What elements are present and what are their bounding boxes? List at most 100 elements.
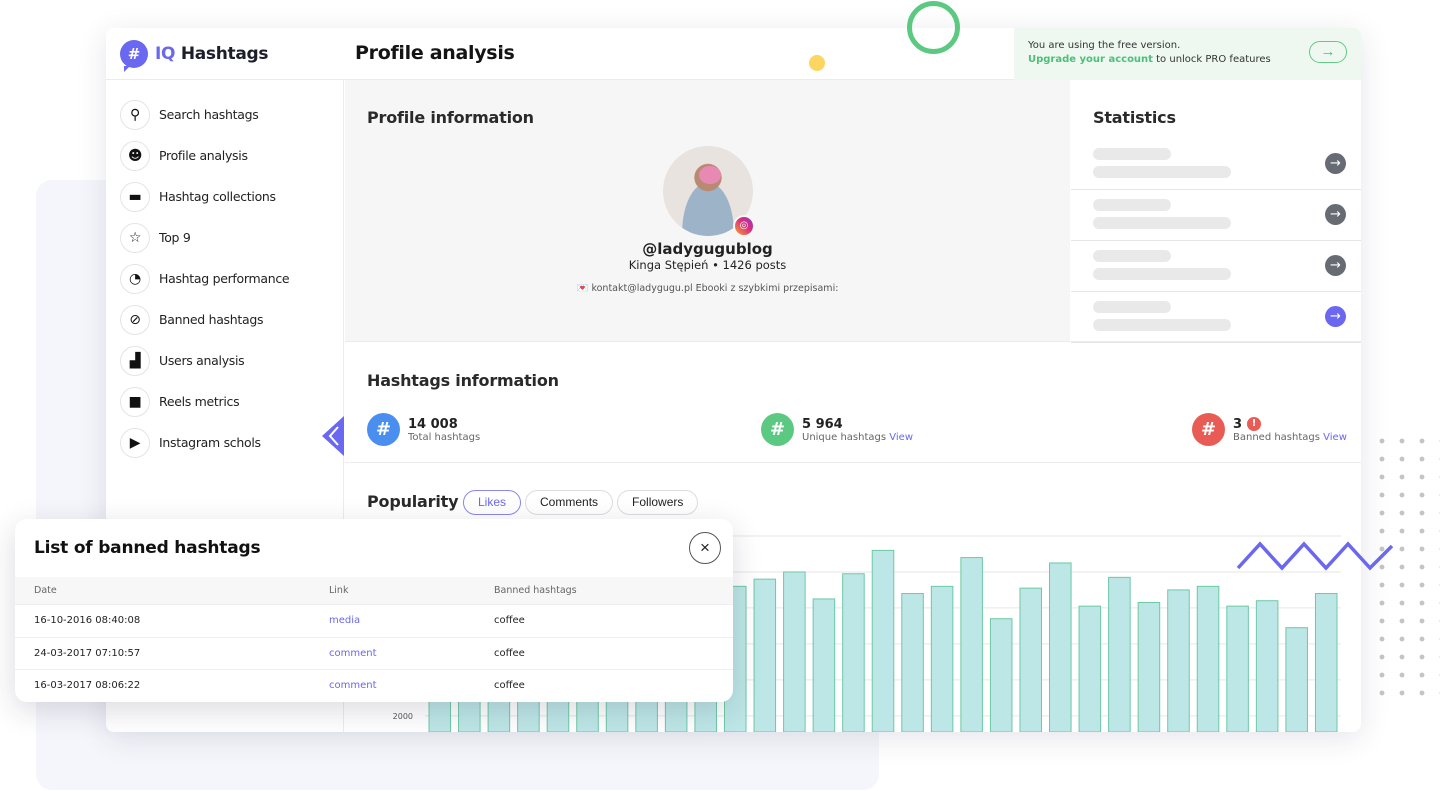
bar[interactable]: [783, 571, 806, 732]
statistics-row[interactable]: →: [1071, 292, 1361, 343]
bar[interactable]: [1167, 589, 1190, 732]
skeleton-line: [1093, 268, 1231, 280]
skeleton-line: [1093, 217, 1231, 229]
bar[interactable]: [1078, 605, 1102, 732]
sidebar-item-reels-metrics[interactable]: ■ Reels metrics: [106, 381, 343, 422]
skeleton-line: [1093, 319, 1231, 331]
banned-hashtags-view-link[interactable]: View: [1323, 432, 1347, 443]
bar[interactable]: [901, 593, 924, 732]
collapse-sidebar-icon[interactable]: [322, 416, 344, 456]
logo-name: Hashtags: [180, 44, 269, 64]
sidebar-item-instagram-schols[interactable]: ▶ Instagram schols: [106, 422, 343, 463]
sidebar-item-label: Profile analysis: [159, 148, 248, 163]
bar[interactable]: [1137, 602, 1161, 732]
arrow-right-icon[interactable]: →: [1325, 306, 1346, 327]
bar[interactable]: [989, 618, 1013, 732]
profile-name-posts: Kinga Stępień • 1426 posts: [628, 258, 787, 272]
sidebar-item-label: Top 9: [159, 230, 191, 245]
play-icon: ▶: [120, 427, 150, 458]
gauge-icon: ◔: [120, 263, 150, 294]
tab-comments[interactable]: Comments: [525, 490, 614, 515]
ban-icon: ⊘: [120, 304, 150, 335]
bar[interactable]: [930, 585, 954, 732]
logo[interactable]: # IQ Hashtags: [120, 40, 269, 72]
statistics-row[interactable]: →: [1071, 139, 1361, 190]
skeleton-line: [1093, 166, 1231, 178]
column-date: Date: [34, 585, 57, 596]
table-header: Date Link Banned hashtags: [15, 577, 733, 605]
logo-prefix: IQ: [155, 44, 176, 64]
row-link[interactable]: comment: [329, 648, 494, 659]
column-banned-hashtags: Banned hashtags: [494, 585, 577, 596]
decorative-dot: [809, 55, 825, 71]
page-title: Profile analysis: [355, 42, 515, 64]
y-tick-label: 2000: [393, 712, 413, 721]
total-hashtags-stat: # 14 008 Total hashtags: [367, 413, 480, 446]
sidebar-item-hashtag-collections[interactable]: ▬ Hashtag collections: [106, 176, 343, 217]
banned-hashtags-stat: # 3! Banned hashtags View: [1192, 413, 1347, 446]
hashtag-icon: #: [1192, 413, 1225, 446]
hashtags-information-panel: Hashtags information # 14 008 Total hasht…: [345, 343, 1361, 463]
row-link[interactable]: media: [329, 615, 494, 626]
statistics-title: Statistics: [1093, 108, 1176, 127]
arrow-right-icon[interactable]: →: [1325, 153, 1346, 174]
total-hashtags-label: Total hashtags: [408, 431, 481, 443]
upgrade-link[interactable]: Upgrade your account: [1028, 54, 1153, 65]
banned-hashtags-table: Date Link Banned hashtags 16-10-2016 08:…: [15, 577, 733, 702]
sidebar-item-banned-hashtags[interactable]: ⊘ Banned hashtags: [106, 299, 343, 340]
bar[interactable]: [1314, 593, 1338, 732]
bar[interactable]: [1108, 576, 1131, 732]
bar-chart-icon: ▟: [120, 345, 150, 376]
statistics-panel: Statistics → → → →: [1071, 80, 1361, 343]
close-icon[interactable]: ×: [689, 532, 721, 564]
bar[interactable]: [1019, 587, 1043, 732]
bar[interactable]: [753, 578, 777, 732]
skeleton-line: [1093, 250, 1171, 262]
tab-followers[interactable]: Followers: [617, 490, 699, 515]
statistics-row[interactable]: →: [1071, 190, 1361, 241]
row-hashtag: coffee: [494, 680, 525, 692]
profile-information-title: Profile information: [367, 108, 534, 127]
bar[interactable]: [1255, 600, 1279, 732]
table-row: 16-03-2017 08:06:22 comment coffee: [15, 670, 733, 702]
bar[interactable]: [1049, 562, 1072, 732]
sidebar-item-label: Banned hashtags: [159, 312, 264, 327]
unique-hashtags-view-link[interactable]: View: [889, 432, 913, 443]
sidebar-item-search-hashtags[interactable]: ⚲ Search hashtags: [106, 94, 343, 135]
statistics-row[interactable]: →: [1071, 241, 1361, 292]
arrow-right-icon[interactable]: →: [1325, 204, 1346, 225]
profile-handle: @ladygugublog: [642, 240, 773, 258]
upgrade-arrow-button[interactable]: →: [1309, 41, 1347, 63]
popularity-title: Popularity: [367, 492, 459, 511]
sidebar-item-label: Instagram schols: [159, 435, 261, 450]
row-link[interactable]: comment: [329, 680, 494, 691]
bar[interactable]: [1196, 585, 1220, 732]
skeleton-line: [1093, 301, 1171, 313]
row-date: 16-10-2016 08:40:08: [34, 615, 141, 627]
sidebar-item-label: Hashtag collections: [159, 189, 276, 204]
skeleton-line: [1093, 148, 1171, 160]
bar[interactable]: [960, 557, 983, 732]
profile-information-panel: Profile information ◎ @ladygugublog King…: [345, 80, 1070, 342]
bar[interactable]: [871, 549, 895, 732]
arrow-right-icon[interactable]: →: [1325, 255, 1346, 276]
video-icon: ■: [120, 386, 150, 417]
tab-likes[interactable]: Likes: [463, 490, 522, 515]
banned-hashtags-label: Banned hashtags: [1233, 431, 1320, 443]
sidebar-item-hashtag-performance[interactable]: ◔ Hashtag performance: [106, 258, 343, 299]
decorative-ring: [907, 1, 960, 54]
bar[interactable]: [812, 598, 836, 732]
folder-icon: ▬: [120, 181, 150, 212]
unlock-text: to unlock PRO features: [1152, 54, 1271, 65]
bar[interactable]: [1285, 627, 1308, 732]
upgrade-banner: You are using the free version. Upgrade …: [1014, 28, 1361, 80]
sidebar-item-top-9[interactable]: ☆ Top 9: [106, 217, 343, 258]
hashtag-icon: #: [367, 413, 400, 446]
bar[interactable]: [842, 573, 865, 732]
banned-hashtags-modal: List of banned hashtags × Date Link Bann…: [15, 519, 733, 702]
bar[interactable]: [1226, 605, 1249, 732]
sidebar-item-profile-analysis[interactable]: ☻ Profile analysis: [106, 135, 343, 176]
instagram-icon: ◎: [733, 215, 755, 237]
sidebar-item-users-analysis[interactable]: ▟ Users analysis: [106, 340, 343, 381]
sidebar-item-label: Hashtag performance: [159, 271, 290, 286]
